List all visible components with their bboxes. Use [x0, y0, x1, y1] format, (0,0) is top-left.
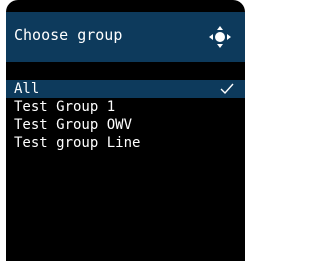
- group-item-test-group-line[interactable]: Test group Line: [6, 134, 245, 152]
- group-item-label: Test group Line: [14, 135, 141, 151]
- page-title: Choose group: [14, 26, 123, 44]
- group-item-label: All: [14, 81, 40, 97]
- device-screen: Choose group All Test Group 1 Test Group…: [6, 0, 245, 261]
- checkmark-icon: [220, 83, 234, 94]
- group-item-label: Test Group OWV: [14, 117, 133, 133]
- dpad-navigation-icon: [209, 26, 231, 48]
- group-item-all[interactable]: All: [6, 80, 245, 98]
- header-bar: Choose group: [6, 12, 245, 62]
- group-item-test-group-owv[interactable]: Test Group OWV: [6, 116, 245, 134]
- group-item-test-group-1[interactable]: Test Group 1: [6, 98, 245, 116]
- group-list: All Test Group 1 Test Group OWV Test gro…: [6, 80, 245, 152]
- group-item-label: Test Group 1: [14, 99, 116, 115]
